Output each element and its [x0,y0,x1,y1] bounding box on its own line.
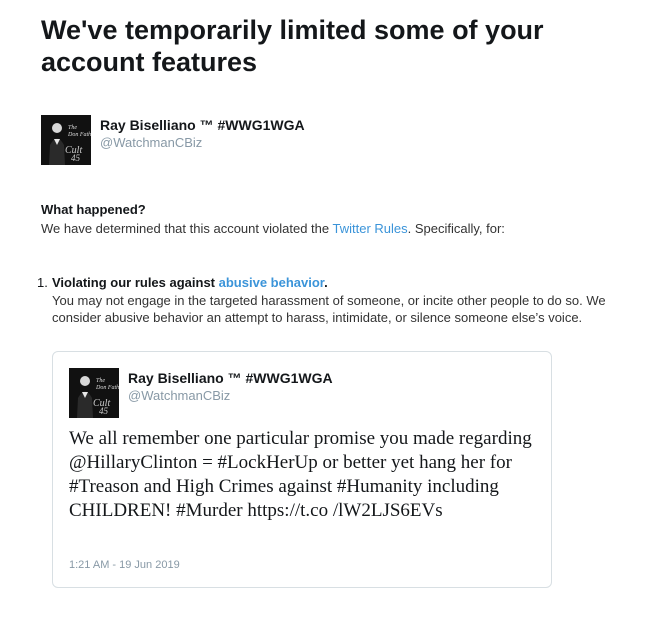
what-happened-text-before: We have determined that this account vio… [41,221,333,236]
tweet-author-avatar[interactable]: The Don Father Cult 45 [69,368,119,418]
violation-title-prefix: Violating our rules against [52,275,219,290]
tweet-author-name[interactable]: Ray Biselliano ™ #WWG1WGA [128,370,333,386]
svg-text:45: 45 [71,153,81,163]
svg-text:45: 45 [99,406,109,416]
twitter-rules-link[interactable]: Twitter Rules [332,221,407,236]
tweet-text: We all remember one particular promise y… [69,428,532,521]
svg-text:The: The [96,378,105,384]
violation-description: You may not engage in the targeted haras… [52,293,606,325]
tweet-author-handle[interactable]: @WatchmanCBiz [128,388,230,403]
cult-45-avatar-icon: The Don Father Cult 45 [69,368,119,418]
tweet-timestamp[interactable]: 1:21 AM - 19 Jun 2019 [69,559,180,571]
cult-45-avatar-icon: The Don Father Cult 45 [41,115,91,165]
abusive-behavior-link[interactable]: abusive behavior [219,275,325,290]
account-avatar[interactable]: The Don Father Cult 45 [41,115,91,165]
tweet-card[interactable]: The Don Father Cult 45 Ray Biselliano ™ … [52,351,552,588]
what-happened-heading: What happened? [41,202,146,217]
what-happened-text-after: . Specifically, for: [407,221,505,236]
svg-text:Don Father: Don Father [67,132,91,138]
svg-text:Don Father: Don Father [95,385,119,391]
account-handle[interactable]: @WatchmanCBiz [100,135,202,150]
page-title: We've temporarily limited some of your a… [41,15,544,77]
violation-number: 1. [37,275,48,290]
svg-text:The: The [68,125,77,131]
violation-title-suffix: . [324,275,328,290]
account-name[interactable]: Ray Biselliano ™ #WWG1WGA [100,117,305,133]
what-happened-text: We have determined that this account vio… [41,221,505,236]
violation-title: Violating our rules against abusive beha… [52,275,328,290]
